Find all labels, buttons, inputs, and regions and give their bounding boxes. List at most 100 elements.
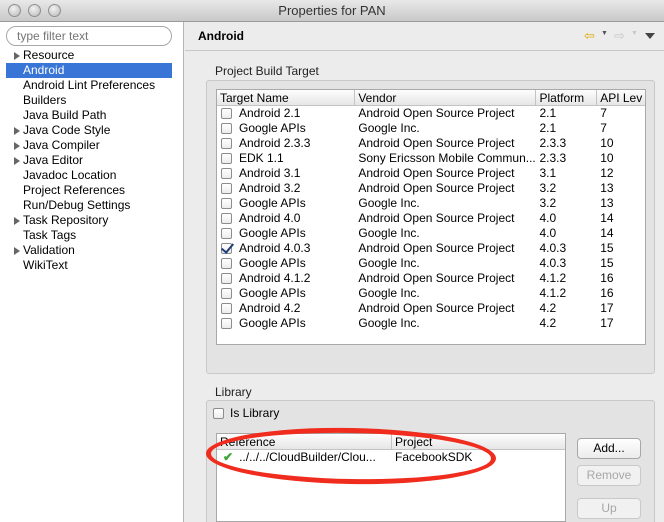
sidebar-item-javadoc-location[interactable]: Javadoc Location bbox=[6, 168, 172, 183]
library-reference-table: Reference Project ✔ ../../../CloudBuilder… bbox=[216, 433, 566, 522]
sidebar-item-java-editor[interactable]: Java Editor bbox=[6, 153, 172, 168]
target-checkbox[interactable] bbox=[221, 303, 232, 314]
column-reference[interactable]: Reference bbox=[217, 434, 392, 450]
sidebar-item-task-repository[interactable]: Task Repository bbox=[6, 213, 172, 228]
table-row[interactable]: EDK 1.1 Sony Ericsson Mobile Commun... 2.3… bbox=[217, 151, 645, 166]
platform-cell: 4.2 bbox=[539, 301, 557, 315]
table-row[interactable]: Google APIs Google Inc. 4.1.2 16 bbox=[217, 286, 645, 301]
target-name: Android 4.2 bbox=[239, 301, 301, 315]
preference-tree-pane: ResourceAndroidAndroid Lint PreferencesB… bbox=[0, 22, 184, 522]
api-level-cell: 7 bbox=[600, 121, 607, 135]
platform-cell: 2.1 bbox=[539, 121, 557, 135]
table-header: Target Name Vendor Platform API Lev bbox=[217, 90, 645, 106]
column-api-level[interactable]: API Lev bbox=[597, 90, 645, 106]
table-row[interactable]: Android 2.3.3 Android Open Source Project… bbox=[217, 136, 645, 151]
table-row[interactable]: Google APIs Google Inc. 4.0 14 bbox=[217, 226, 645, 241]
sidebar-item-java-build-path[interactable]: Java Build Path bbox=[6, 108, 172, 123]
api-level-cell: 13 bbox=[600, 181, 614, 195]
table-row[interactable]: Android 4.0.3 Android Open Source Project… bbox=[217, 241, 645, 256]
column-platform[interactable]: Platform bbox=[536, 90, 598, 106]
target-checkbox[interactable] bbox=[221, 243, 232, 254]
sidebar-item-java-code-style[interactable]: Java Code Style bbox=[6, 123, 172, 138]
library-rows: ✔ ../../../CloudBuilder/Clou... FacebookSD… bbox=[217, 450, 565, 465]
target-checkbox[interactable] bbox=[221, 258, 232, 269]
sidebar-item-label: Validation bbox=[23, 243, 75, 257]
platform-cell: 3.2 bbox=[539, 196, 557, 210]
reference-cell: ✔ ../../../CloudBuilder/Clou... bbox=[217, 450, 392, 465]
expand-arrow-icon[interactable] bbox=[14, 127, 20, 135]
column-vendor[interactable]: Vendor bbox=[355, 90, 537, 106]
sidebar-item-builders[interactable]: Builders bbox=[6, 93, 172, 108]
library-row[interactable]: ✔ ../../../CloudBuilder/Clou... FacebookSD… bbox=[217, 450, 565, 465]
view-menu-icon[interactable] bbox=[645, 33, 655, 39]
vendor-cell: Sony Ericsson Mobile Commun... bbox=[358, 151, 536, 165]
table-row[interactable]: Android 2.1 Android Open Source Project 2.… bbox=[217, 106, 645, 121]
vendor-cell: Google Inc. bbox=[358, 121, 420, 135]
target-name-cell: Android 4.0.3 bbox=[217, 241, 355, 256]
back-history-caret[interactable]: ▼ bbox=[601, 30, 608, 37]
target-name-cell: Google APIs bbox=[217, 121, 355, 136]
table-row[interactable]: Android 4.0 Android Open Source Project 4.… bbox=[217, 211, 645, 226]
target-checkbox[interactable] bbox=[221, 108, 232, 119]
expand-arrow-icon[interactable] bbox=[14, 157, 20, 165]
table-row[interactable]: Google APIs Google Inc. 2.1 7 bbox=[217, 121, 645, 136]
table-row[interactable]: Android 3.2 Android Open Source Project 3.… bbox=[217, 181, 645, 196]
vendor-cell: Google Inc. bbox=[358, 256, 420, 270]
sidebar-item-android[interactable]: Android bbox=[6, 63, 172, 78]
sidebar-item-wikitext[interactable]: WikiText bbox=[6, 258, 172, 273]
expand-arrow-icon[interactable] bbox=[14, 142, 20, 150]
api-level-cell: 16 bbox=[600, 271, 614, 285]
column-project[interactable]: Project bbox=[392, 434, 565, 450]
sidebar-item-project-references[interactable]: Project References bbox=[6, 183, 172, 198]
table-row[interactable]: Google APIs Google Inc. 4.2 17 bbox=[217, 316, 645, 331]
is-library-checkbox-row[interactable]: Is Library bbox=[213, 406, 279, 420]
target-name: Google APIs bbox=[239, 121, 306, 135]
add-library-button[interactable]: Add... bbox=[577, 438, 641, 459]
green-check-icon: ✔ bbox=[223, 450, 234, 464]
expand-arrow-icon[interactable] bbox=[14, 217, 20, 225]
target-name: Google APIs bbox=[239, 256, 306, 270]
target-checkbox[interactable] bbox=[221, 318, 232, 329]
platform-cell: 2.3.3 bbox=[539, 136, 567, 150]
expand-arrow-icon[interactable] bbox=[14, 247, 20, 255]
back-arrow-icon[interactable]: ⇦ bbox=[584, 28, 595, 44]
sidebar-item-label: Resource bbox=[23, 48, 75, 62]
sidebar-item-task-tags[interactable]: Task Tags bbox=[6, 228, 172, 243]
target-checkbox[interactable] bbox=[221, 123, 232, 134]
table-row[interactable]: Android 4.2 Android Open Source Project 4.… bbox=[217, 301, 645, 316]
sidebar-item-run-debug-settings[interactable]: Run/Debug Settings bbox=[6, 198, 172, 213]
target-name-cell: Android 3.1 bbox=[217, 166, 355, 181]
table-row[interactable]: Android 3.1 Android Open Source Project 3.… bbox=[217, 166, 645, 181]
filter-input[interactable] bbox=[6, 26, 172, 46]
target-name-cell: Google APIs bbox=[217, 316, 355, 331]
target-checkbox[interactable] bbox=[221, 273, 232, 284]
table-row[interactable]: Google APIs Google Inc. 4.0.3 15 bbox=[217, 256, 645, 271]
column-target-name[interactable]: Target Name bbox=[217, 90, 356, 106]
target-checkbox[interactable] bbox=[221, 198, 232, 209]
platform-cell: 3.2 bbox=[539, 181, 557, 195]
sidebar-item-java-compiler[interactable]: Java Compiler bbox=[6, 138, 172, 153]
is-library-checkbox[interactable] bbox=[213, 407, 224, 419]
target-checkbox[interactable] bbox=[221, 228, 232, 239]
target-checkbox[interactable] bbox=[221, 138, 232, 149]
target-name: Android 4.1.2 bbox=[239, 271, 311, 285]
target-name: Android 2.3.3 bbox=[239, 136, 311, 150]
vendor-cell: Android Open Source Project bbox=[358, 136, 515, 150]
api-level-cell: 14 bbox=[600, 226, 614, 240]
table-row[interactable]: Google APIs Google Inc. 3.2 13 bbox=[217, 196, 645, 211]
sidebar-item-resource[interactable]: Resource bbox=[6, 48, 172, 63]
sidebar-item-label: WikiText bbox=[23, 258, 68, 272]
platform-cell: 2.1 bbox=[539, 106, 557, 120]
sidebar-item-label: Java Build Path bbox=[23, 108, 107, 122]
table-row[interactable]: Android 4.1.2 Android Open Source Project… bbox=[217, 271, 645, 286]
vendor-cell: Android Open Source Project bbox=[358, 106, 515, 120]
sidebar-item-android-lint-preferences[interactable]: Android Lint Preferences bbox=[6, 78, 172, 93]
target-checkbox[interactable] bbox=[221, 153, 232, 164]
sidebar-item-validation[interactable]: Validation bbox=[6, 243, 172, 258]
target-checkbox[interactable] bbox=[221, 288, 232, 299]
expand-arrow-icon[interactable] bbox=[14, 52, 20, 60]
platform-cell: 4.1.2 bbox=[539, 286, 567, 300]
target-checkbox[interactable] bbox=[221, 183, 232, 194]
target-checkbox[interactable] bbox=[221, 168, 232, 179]
target-checkbox[interactable] bbox=[221, 213, 232, 224]
